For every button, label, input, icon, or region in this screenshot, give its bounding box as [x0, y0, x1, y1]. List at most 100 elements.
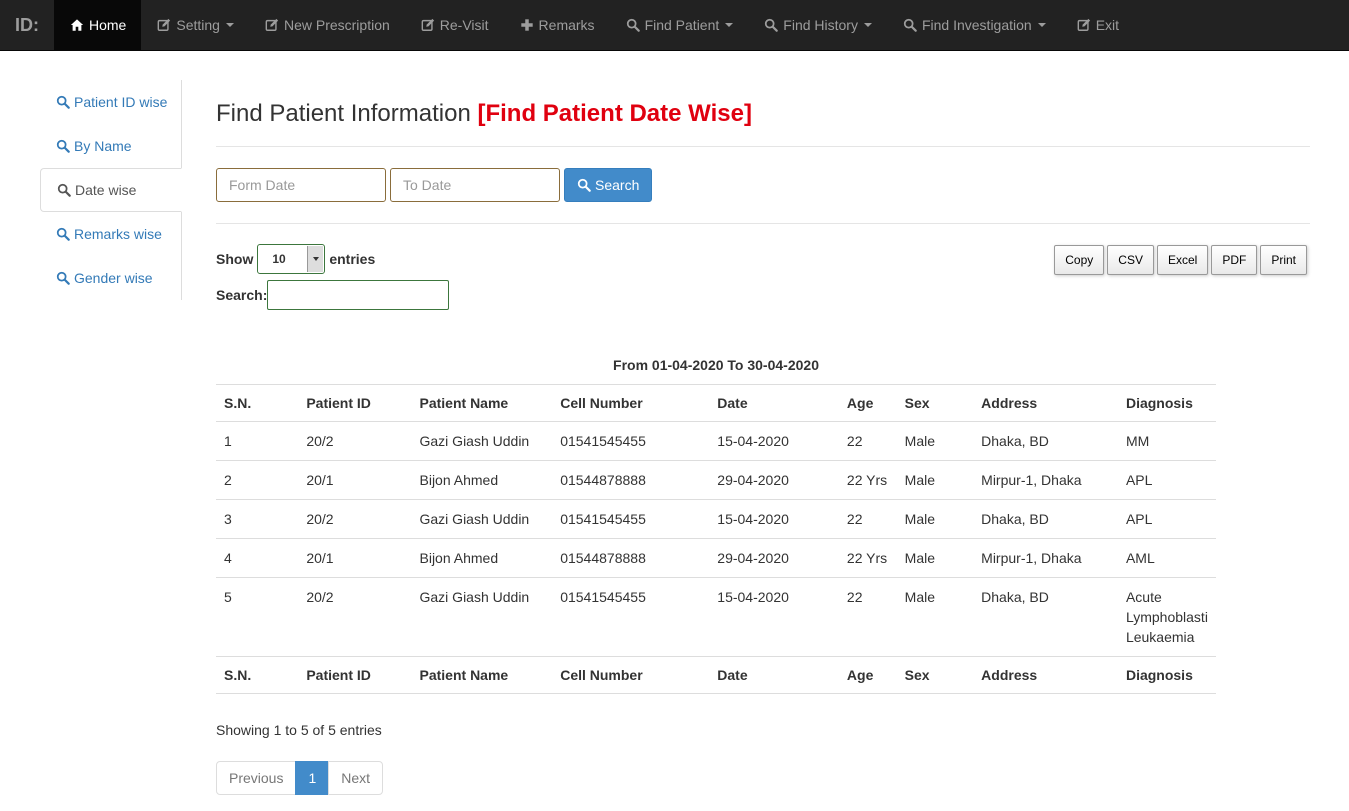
cell-age: 22 Yrs [838, 538, 897, 578]
column-header-sex[interactable]: Sex [896, 656, 974, 694]
nav-label: Find History [783, 17, 858, 33]
edit-icon [264, 17, 280, 33]
table-info: Showing 1 to 5 of 5 entries [216, 722, 382, 738]
pdf-button[interactable]: PDF [1211, 245, 1258, 275]
cell-patient-name: Bijon Ahmed [411, 538, 553, 578]
nav-label: Re-Visit [439, 17, 489, 33]
search-icon [56, 139, 70, 153]
table-row: 5 20/2 Gazi Giash Uddin 01541545455 15-04-20… [216, 577, 1216, 657]
cell-age: 22 [838, 421, 897, 461]
nav-label: Find Investigation [921, 17, 1032, 33]
cell-address: Mirpur-1, Dhaka [973, 538, 1118, 578]
nav-new-prescription[interactable]: New Prescription [249, 0, 405, 50]
to-date-input[interactable] [390, 168, 560, 202]
column-header-age[interactable]: Age [838, 656, 897, 694]
table-row: 4 20/1 Bijon Ahmed 01544878888 29-04-2020 22 … [216, 538, 1216, 578]
search-icon [577, 178, 591, 192]
cell-diagnosis: MM [1117, 421, 1216, 461]
nav-label: Exit [1095, 17, 1120, 33]
sidebar-item-label: Patient ID wise [74, 94, 168, 110]
sidebar-item-label: By Name [74, 138, 132, 154]
column-header-cell-number[interactable]: Cell Number [552, 384, 710, 422]
page-title-text: Find Patient Information [216, 100, 471, 127]
pagination: Previous 1 Next [216, 761, 384, 795]
column-header-s-n[interactable]: S.N. [216, 384, 299, 422]
column-header-patient-name[interactable]: Patient Name [411, 384, 553, 422]
entries-select-value: 10 [272, 252, 286, 266]
nav-re-visit[interactable]: Re-Visit [405, 0, 504, 50]
nav-exit[interactable]: Exit [1061, 0, 1134, 50]
cell-address: Dhaka, BD [973, 499, 1118, 539]
page-1-button[interactable]: 1 [295, 761, 330, 795]
print-button[interactable]: Print [1260, 245, 1307, 275]
column-header-s-n[interactable]: S.N. [216, 656, 299, 694]
home-icon [69, 17, 85, 33]
cell-sex: Male [896, 460, 974, 500]
column-header-diagnosis[interactable]: Diagnosis [1117, 656, 1216, 694]
column-header-patient-id[interactable]: Patient ID [298, 384, 412, 422]
column-header-diagnosis[interactable]: Diagnosis [1117, 384, 1216, 422]
nav-home[interactable]: Home [54, 0, 142, 50]
column-header-address[interactable]: Address [973, 384, 1118, 422]
nav-remarks[interactable]: Remarks [504, 0, 610, 50]
column-header-sex[interactable]: Sex [896, 384, 974, 422]
sidebar-item-label: Date wise [75, 182, 137, 198]
chevron-down-icon [307, 246, 324, 272]
cell-patient-id: 20/2 [298, 499, 412, 539]
nav-menu: Home Setting New Prescription Re-Visit Remar… [54, 0, 1134, 50]
edit-icon [156, 17, 172, 33]
nav-setting[interactable]: Setting [141, 0, 249, 50]
csv-button[interactable]: CSV [1107, 245, 1154, 275]
table-search: Search: [216, 280, 450, 310]
cell-patient-name: Gazi Giash Uddin [411, 421, 553, 461]
search-icon [56, 271, 70, 285]
nav-find-patient[interactable]: Find Patient [610, 0, 749, 50]
sidebar-item-remarks-wise[interactable]: Remarks wise [40, 212, 182, 256]
search-button[interactable]: Search [564, 168, 653, 202]
search-icon [902, 17, 918, 33]
nav-find-history[interactable]: Find History [748, 0, 887, 50]
table-row: 1 20/2 Gazi Giash Uddin 01541545455 15-04-20… [216, 421, 1216, 461]
sidebar-item-label: Remarks wise [74, 226, 162, 242]
sidebar-item-gender-wise[interactable]: Gender wise [40, 256, 182, 300]
cell-cell-number: 01544878888 [552, 460, 710, 500]
column-header-cell-number[interactable]: Cell Number [552, 656, 710, 694]
cell-patient-id: 20/1 [298, 460, 412, 500]
column-header-date[interactable]: Date [709, 656, 839, 694]
caret-down-icon [1037, 23, 1046, 27]
copy-button[interactable]: Copy [1054, 245, 1105, 275]
cell-age: 22 [838, 577, 897, 657]
edit-icon [1076, 17, 1092, 33]
previous-page-button[interactable]: Previous [216, 761, 297, 795]
cell-address: Mirpur-1, Dhaka [973, 460, 1118, 500]
nav-find-investigation[interactable]: Find Investigation [887, 0, 1061, 50]
cell-cell-number: 01541545455 [552, 421, 710, 461]
cell-address: Dhaka, BD [973, 421, 1118, 461]
column-header-address[interactable]: Address [973, 656, 1118, 694]
plus-icon [519, 17, 535, 33]
brand[interactable]: ID: [0, 0, 54, 50]
sidebar-item-patient-id-wise[interactable]: Patient ID wise [40, 80, 182, 124]
export-buttons: Copy CSV Excel PDF Print [1054, 245, 1307, 275]
cell-cell-number: 01541545455 [552, 499, 710, 539]
search-icon [56, 95, 70, 109]
search-icon [57, 183, 71, 197]
cell-age: 22 Yrs [838, 460, 897, 500]
cell-sex: Male [896, 421, 974, 461]
cell-diagnosis: AML [1117, 538, 1216, 578]
sidebar-item-by-name[interactable]: By Name [40, 124, 182, 168]
excel-button[interactable]: Excel [1156, 245, 1209, 275]
table-search-input[interactable] [267, 280, 450, 310]
caret-down-icon [225, 23, 234, 27]
cell-date: 15-04-2020 [709, 577, 839, 657]
from-date-input[interactable] [216, 168, 386, 202]
cell-diagnosis: Acute Lymphoblasti Leukaemia [1117, 577, 1216, 657]
entries-select[interactable]: 10 [257, 244, 326, 274]
datatable-controls: Show 10 entries Search: Copy CSV Excel PDF P… [216, 224, 1310, 324]
column-header-date[interactable]: Date [709, 384, 839, 422]
next-page-button[interactable]: Next [328, 761, 384, 795]
column-header-age[interactable]: Age [838, 384, 897, 422]
column-header-patient-name[interactable]: Patient Name [411, 656, 553, 694]
sidebar-item-date-wise[interactable]: Date wise [40, 168, 182, 212]
column-header-patient-id[interactable]: Patient ID [298, 656, 412, 694]
